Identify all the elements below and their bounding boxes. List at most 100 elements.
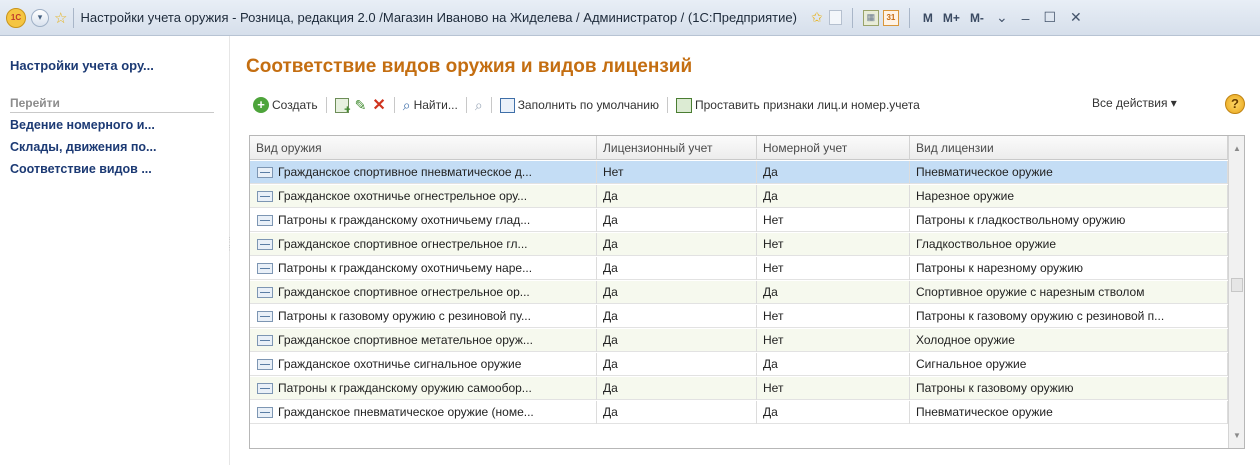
search-icon: ⌕ [402,96,411,113]
mem-button[interactable]: M [923,11,933,25]
calculator-icon[interactable]: ▦ [862,9,879,26]
plus-icon: + [253,97,269,113]
table-cell: Нарезное оружие [910,185,1228,208]
table-row[interactable]: Патроны к гражданскому охотничьему наре.… [250,257,1228,280]
create-button[interactable]: + Создать [250,94,321,116]
cell-text: Гражданское охотничье сигнальное оружие [278,357,522,371]
minimize-icon[interactable]: – [1022,10,1030,26]
set-marks-button[interactable]: Проставить признаки лиц.и номер.учета [673,94,923,116]
create-label: Создать [272,98,318,112]
table-cell: Да [597,281,757,304]
cancel-search-button[interactable]: ⌕ [472,94,486,116]
table-cell: Нет [757,305,910,328]
column-header-license-tracking[interactable]: Лицензионный учет [597,136,757,160]
delete-button[interactable]: ✕ [369,94,388,116]
pencil-icon: ✎ [354,96,367,113]
add-favorite-icon[interactable]: ✩ [809,9,825,26]
title-separator [73,7,75,28]
table-cell: Да [757,281,910,304]
column-header-license-type[interactable]: Вид лицензии [910,136,1228,160]
cell-text: Гражданское пневматическое оружие (номе.… [278,405,534,419]
catalog-item-icon [257,359,273,370]
scroll-up-icon[interactable]: ▲ [1229,140,1244,157]
table-cell: Гражданское охотничье сигнальное оружие [250,353,597,376]
table-cell: Нет [757,233,910,256]
table-cell: Да [757,401,910,424]
favorites-star-icon[interactable]: ☆ [54,9,67,27]
find-button[interactable]: ⌕ Найти... [400,94,461,116]
catalog-item-icon [257,191,273,202]
table-row[interactable]: Патроны к газовому оружию с резиновой пу… [250,305,1228,328]
table-cell: Патроны к гладкоствольному оружию [910,209,1228,232]
catalog-item-icon [257,215,273,226]
table-cell: Пневматическое оружие [910,161,1228,184]
table-header: Вид оружия Лицензионный учет Номерной уч… [250,136,1228,160]
catalog-item-icon [257,287,273,298]
column-header-number-tracking[interactable]: Номерной учет [757,136,910,160]
close-icon[interactable]: ✕ [1070,9,1082,26]
app-logo-text: 1С [10,13,22,22]
sidebar-goto-label: Перейти [10,96,214,113]
table-cell: Да [597,209,757,232]
table-row[interactable]: Гражданское охотничье сигнальное оружие Д… [250,353,1228,376]
sidebar-title[interactable]: Настройки учета ору... [10,58,154,73]
tools-separator [851,7,853,28]
table-row[interactable]: Патроны к гражданскому охотничьему глад.… [250,209,1228,232]
table-cell: Патроны к гражданскому оружию самообор..… [250,377,597,400]
toolbar-separator [393,97,395,113]
table-cell: Холодное оружие [910,329,1228,352]
cell-text: Патроны к гражданскому охотничьему глад.… [278,213,531,227]
table-cell: Патроны к гражданскому охотничьему глад.… [250,209,597,232]
table-row[interactable]: Гражданское спортивное огнестрельное ор.… [250,281,1228,304]
all-actions-button[interactable]: Все действия ▾ [1092,96,1177,110]
copy-icon [334,97,351,116]
catalog-item-icon [257,383,273,394]
column-header-weapon-type[interactable]: Вид оружия [250,136,597,160]
scroll-down-icon[interactable]: ▼ [1229,427,1244,444]
table-cell: Патроны к газовому оружию [910,377,1228,400]
help-icon[interactable]: ? [1225,94,1245,114]
toolbar-separator [666,97,668,113]
table-row[interactable]: Гражданское спортивное пневматическое д.… [250,161,1228,184]
table-cell: Патроны к газовому оружию с резиновой п.… [910,305,1228,328]
table-row[interactable]: Гражданское охотничье огнестрельное ору.… [250,185,1228,208]
search-cancel-icon: ⌕ [474,96,483,113]
toolbar-separator [325,97,327,113]
table-row[interactable]: Гражданское спортивное огнестрельное гл.… [250,233,1228,256]
maximize-icon[interactable]: ☐ [1043,9,1056,26]
edit-button[interactable]: ✎ [352,94,370,116]
mem-plus-button[interactable]: M+ [943,11,960,25]
table-cell: Патроны к гражданскому охотничьему наре.… [250,257,597,280]
mem-minus-button[interactable]: M- [970,11,984,25]
delete-icon: ✕ [372,97,386,114]
menu-dropdown-icon[interactable]: ▾ [31,8,49,27]
table-cell: Гражданское пневматическое оружие (номе.… [250,401,597,424]
table-row[interactable]: Патроны к гражданскому оружию самообор..… [250,377,1228,400]
calendar-icon[interactable]: 31 [882,9,899,26]
table-cell: Патроны к газовому оружию с резиновой пу… [250,305,597,328]
table-row[interactable]: Гражданское спортивное метательное оруж.… [250,329,1228,352]
sidebar-item-warehouses[interactable]: Склады, движения по... [10,140,156,154]
table-cell: Гражданское спортивное метательное оруж.… [250,329,597,352]
document-icon[interactable] [828,10,842,25]
table-row[interactable]: Гражданское пневматическое оружие (номе.… [250,401,1228,424]
catalog-item-icon [257,311,273,322]
catalog-item-icon [257,335,273,346]
table-cell: Гражданское спортивное огнестрельное гл.… [250,233,597,256]
table-cell: Да [757,353,910,376]
sidebar-item-serial-tracking[interactable]: Ведение номерного и... [10,118,155,132]
vertical-scrollbar[interactable]: ▲ ▼ [1228,136,1244,448]
copy-button[interactable] [332,94,352,116]
splitter-grip[interactable]: ⋮ ⋮ [226,236,233,252]
toolbar-separator [465,97,467,113]
scroll-thumb[interactable] [1231,278,1243,292]
fill-default-button[interactable]: Заполнить по умолчанию [497,94,662,116]
table-cell: Нет [757,209,910,232]
app-logo-icon[interactable]: 1С [6,7,26,28]
sidebar-item-correspondence[interactable]: Соответствие видов ... [10,162,152,176]
title-dropdown-icon[interactable]: ⌄ [996,9,1008,26]
table-cell: Да [597,353,757,376]
find-label: Найти... [413,98,458,112]
table-cell: Спортивное оружие с нарезным стволом [910,281,1228,304]
table-cell: Да [597,305,757,328]
